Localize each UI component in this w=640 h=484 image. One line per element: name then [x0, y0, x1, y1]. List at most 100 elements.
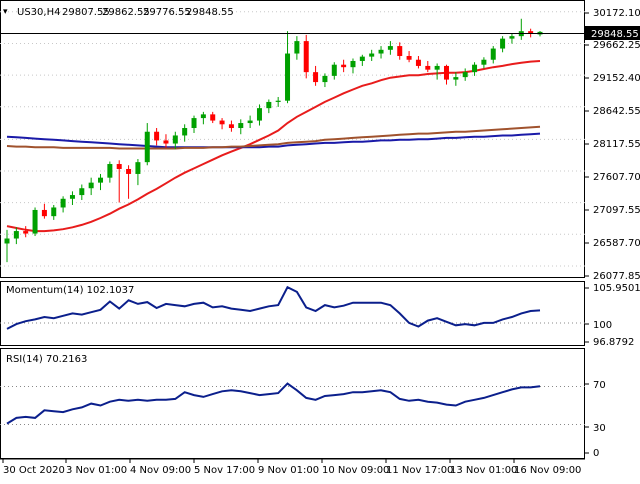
candle-body — [397, 46, 403, 57]
candle-body — [443, 65, 449, 80]
momentum-tick: 105.9501 — [585, 283, 640, 294]
candle-body — [116, 164, 122, 169]
candle-body — [266, 101, 272, 109]
svg-text:10 Nov 09:00: 10 Nov 09:00 — [322, 465, 389, 476]
candle-body — [472, 64, 478, 73]
candle-body — [350, 60, 356, 68]
candle-body — [285, 53, 291, 101]
time-tick: 11 Nov 17:00 — [385, 459, 453, 476]
price-tick: 28642.55 — [585, 106, 640, 117]
ohlc-low: 29776.55 — [143, 7, 191, 18]
svg-text:30: 30 — [593, 423, 606, 434]
svg-text:100: 100 — [593, 320, 612, 331]
candle-body — [415, 59, 421, 66]
price-axis: 30172.10 29662.25 29152.40 28642.55 2811… — [585, 8, 640, 282]
rsi-tick: 70 — [585, 380, 606, 391]
price-tick: 28117.55 — [585, 139, 640, 150]
time-tick: 4 Nov 09:00 — [129, 459, 191, 476]
svg-text:5 Nov 17:00: 5 Nov 17:00 — [194, 465, 255, 476]
candle-body — [41, 209, 47, 217]
candle-body — [369, 53, 375, 57]
candle-body — [434, 65, 440, 70]
candle-body — [210, 114, 216, 121]
svg-text:3 Nov 01:00: 3 Nov 01:00 — [66, 465, 127, 476]
price-tick: 29662.25 — [585, 40, 640, 51]
candle-body — [406, 56, 412, 60]
candle-body — [313, 72, 319, 83]
candle-body — [13, 231, 19, 239]
time-tick: 3 Nov 01:00 — [65, 459, 127, 476]
time-tick: 10 Nov 09:00 — [321, 459, 389, 476]
symbol-header: ▾ US30,H4 29807.55 29862.55 29776.55 298… — [3, 7, 234, 18]
candle-body — [425, 65, 431, 70]
candle-body — [98, 177, 104, 183]
price-tick: 27607.70 — [585, 172, 640, 183]
price-tick: 26077.85 — [585, 271, 640, 282]
candle-body — [51, 207, 57, 217]
ohlc-close: 29848.55 — [186, 7, 234, 18]
svg-text:30 Oct 2020: 30 Oct 2020 — [3, 465, 65, 476]
svg-text:16 Nov 09:00: 16 Nov 09:00 — [514, 465, 581, 476]
candle-body — [60, 198, 66, 208]
candle-body — [481, 59, 487, 65]
svg-text:26077.85: 26077.85 — [593, 271, 640, 282]
rsi-tick: 30 — [585, 423, 606, 434]
time-axis: 30 Oct 2020 3 Nov 01:00 4 Nov 09:00 5 No… — [0, 458, 585, 476]
candle-body — [107, 164, 113, 178]
momentum-tick: 96.8792 — [585, 337, 634, 348]
candle-body — [135, 162, 141, 174]
candle-body — [228, 124, 234, 129]
time-tick: 5 Nov 17:00 — [193, 459, 255, 476]
candle — [303, 34, 309, 79]
time-tick: 9 Nov 01:00 — [257, 459, 319, 476]
time-tick: 13 Nov 01:00 — [449, 459, 517, 476]
candle-body — [462, 72, 468, 78]
trading-chart[interactable]: ▾ US30,H4 29807.55 29862.55 29776.55 298… — [0, 0, 640, 480]
candle-body — [500, 38, 506, 49]
svg-text:105.9501: 105.9501 — [593, 283, 640, 294]
price-tick: 26587.70 — [585, 238, 640, 249]
svg-text:29848.55: 29848.55 — [591, 29, 639, 40]
svg-text:29152.40: 29152.40 — [593, 73, 640, 84]
momentum-label: Momentum(14) 102.1037 — [6, 285, 134, 296]
candle — [32, 207, 38, 237]
candle-body — [144, 131, 150, 163]
candle-body — [341, 64, 347, 68]
svg-text:29662.25: 29662.25 — [593, 40, 640, 51]
svg-text:0: 0 — [593, 448, 599, 459]
price-tick: 29152.40 — [585, 73, 640, 84]
candle-body — [191, 118, 197, 129]
time-tick: 30 Oct 2020 — [2, 459, 65, 476]
candle-body — [4, 238, 10, 244]
current-price-badge: 29848.55 — [585, 26, 640, 40]
momentum-tick: 100 — [585, 320, 612, 331]
svg-text:9 Nov 01:00: 9 Nov 01:00 — [258, 465, 319, 476]
svg-text:28117.55: 28117.55 — [593, 139, 640, 150]
svg-text:96.8792: 96.8792 — [593, 337, 634, 348]
chart-canvas[interactable]: ▾ US30,H4 29807.55 29862.55 29776.55 298… — [0, 0, 640, 480]
svg-text:26587.70: 26587.70 — [593, 238, 640, 249]
candle-body — [359, 56, 365, 61]
candle-body — [154, 131, 160, 141]
rsi-axis: 70 30 0 — [585, 380, 606, 459]
momentum-axis: 105.9501 100 96.8792 — [585, 283, 640, 348]
candle-body — [294, 41, 300, 54]
candle-body — [23, 231, 29, 234]
svg-text:13 Nov 01:00: 13 Nov 01:00 — [450, 465, 517, 476]
rsi-label: RSI(14) 70.2163 — [6, 354, 87, 365]
candle-body — [256, 108, 262, 121]
candle-body — [69, 195, 75, 199]
candle-body — [275, 100, 281, 102]
svg-text:27607.70: 27607.70 — [593, 172, 640, 183]
candle-body — [200, 114, 206, 119]
svg-text:28642.55: 28642.55 — [593, 106, 640, 117]
dropdown-triangle-icon[interactable]: ▾ — [3, 7, 8, 17]
svg-text:70: 70 — [593, 380, 606, 391]
candle-body — [172, 135, 178, 144]
candle-body — [453, 77, 459, 80]
candle-body — [378, 49, 384, 54]
svg-text:27097.55: 27097.55 — [593, 205, 640, 216]
candle-body — [182, 128, 188, 136]
candle-body — [509, 36, 515, 39]
candle-body — [322, 75, 328, 83]
